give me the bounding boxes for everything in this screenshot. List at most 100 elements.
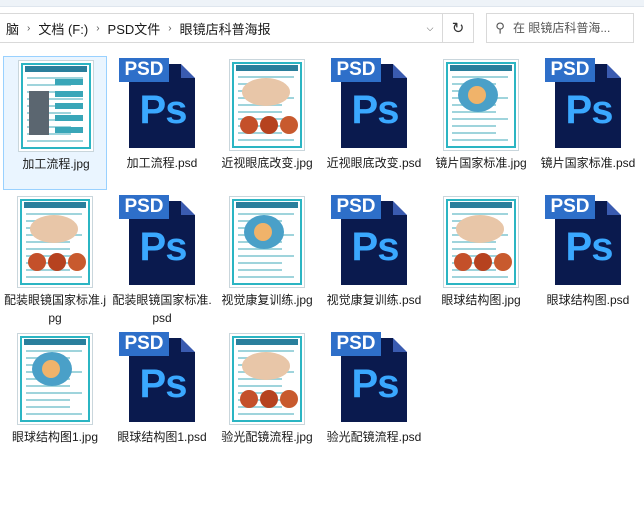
- image-thumbnail-icon: [230, 334, 304, 424]
- file-item[interactable]: 视觉康复训练.jpg: [215, 193, 319, 327]
- poster-thumbnail: [444, 60, 518, 150]
- poster-text-line: [452, 118, 508, 120]
- poster-text-line: [26, 413, 82, 415]
- poster-header: [24, 339, 86, 345]
- breadcrumb-separator-icon: ›: [168, 22, 172, 34]
- breadcrumb-separator-icon: ›: [96, 22, 100, 34]
- poster-thumbnail: [230, 334, 304, 424]
- poster-retina-image: [280, 116, 298, 134]
- photoshop-file-icon: PSD Ps: [331, 332, 417, 424]
- file-item[interactable]: 配装眼镜国家标准.jpg: [3, 193, 107, 327]
- poster-eyeball-illustration: [42, 360, 60, 378]
- search-input[interactable]: [513, 21, 625, 35]
- poster-text-line: [27, 140, 83, 142]
- file-item[interactable]: PSD Ps 视觉康复训练.psd: [322, 193, 426, 327]
- poster-eyeball-illustration: [254, 223, 272, 241]
- psd-fold: [607, 201, 621, 215]
- image-thumbnail-icon: [444, 197, 518, 287]
- breadcrumb-current-folder[interactable]: 眼镜店科普海报: [174, 19, 277, 38]
- file-name-label: 近视眼底改变.psd: [326, 156, 422, 170]
- poster-machine-illustration: [29, 91, 49, 135]
- search-icon: ⚲: [495, 20, 505, 35]
- file-name-label: 验光配镜流程.psd: [326, 430, 422, 444]
- psd-fold: [393, 64, 407, 78]
- photoshop-file-icon: PSD Ps: [545, 195, 631, 287]
- breadcrumb-separator-icon: ›: [27, 22, 31, 34]
- file-item[interactable]: 加工流程.jpg: [3, 56, 107, 190]
- poster-header: [236, 202, 298, 208]
- poster-thumbnail: [18, 197, 92, 287]
- file-item[interactable]: PSD Ps 近视眼底改变.psd: [322, 56, 426, 190]
- file-item[interactable]: 验光配镜流程.jpg: [215, 330, 319, 464]
- breadcrumb-drive[interactable]: 文档 (F:): [32, 19, 94, 38]
- psd-tag: PSD: [331, 332, 381, 356]
- image-thumbnail-icon: [19, 61, 93, 151]
- psd-mark: Ps: [351, 225, 400, 269]
- psd-mark: Ps: [139, 225, 188, 269]
- poster-text-line: [238, 413, 294, 415]
- psd-tag: PSD: [331, 195, 381, 219]
- psd-mark: Ps: [565, 88, 614, 132]
- poster-eyeball-illustration: [468, 86, 486, 104]
- breadcrumb-folder-psd[interactable]: PSD文件: [102, 19, 167, 38]
- poster-text-line: [26, 406, 70, 408]
- psd-fold: [181, 64, 195, 78]
- poster-header: [236, 65, 298, 71]
- poster-thumbnail: [444, 197, 518, 287]
- psd-mark: Ps: [351, 362, 400, 406]
- poster-text-line: [26, 276, 82, 278]
- file-name-label: 眼球结构图1.psd: [117, 430, 207, 444]
- psd-tag: PSD: [119, 58, 169, 82]
- file-name-label: 镜片国家标准.psd: [540, 156, 636, 170]
- chevron-down-icon[interactable]: ⌵: [419, 14, 441, 42]
- poster-text-line: [238, 139, 294, 141]
- image-thumbnail-icon: [444, 60, 518, 150]
- poster-text-line: [452, 276, 508, 278]
- photoshop-file-icon: PSD Ps: [119, 195, 205, 287]
- poster-eye-illustration: [242, 78, 290, 106]
- refresh-icon[interactable]: ↻: [442, 14, 473, 42]
- poster-header: [24, 202, 86, 208]
- file-item[interactable]: PSD Ps 配装眼镜国家标准.psd: [110, 193, 214, 327]
- file-name-label: 视觉康复训练.psd: [326, 293, 422, 307]
- file-item[interactable]: 眼球结构图.jpg: [429, 193, 533, 327]
- psd-mark: Ps: [139, 362, 188, 406]
- file-name-label: 眼球结构图.jpg: [441, 293, 521, 307]
- file-item[interactable]: PSD Ps 加工流程.psd: [110, 56, 214, 190]
- file-item[interactable]: PSD Ps 镜片国家标准.psd: [536, 56, 640, 190]
- poster-eye-illustration: [30, 215, 78, 243]
- file-item[interactable]: PSD Ps 眼球结构图1.psd: [110, 330, 214, 464]
- poster-retina-image: [240, 390, 258, 408]
- file-item[interactable]: PSD Ps 眼球结构图.psd: [536, 193, 640, 327]
- poster-header: [450, 65, 512, 71]
- poster-text-line: [238, 269, 282, 271]
- psd-fold: [607, 64, 621, 78]
- file-name-label: 眼球结构图.psd: [546, 293, 630, 307]
- search-box[interactable]: ⚲: [486, 13, 634, 43]
- address-bar[interactable]: 脑 › 文档 (F:) › PSD文件 › 眼镜店科普海报 ⌵ ↻: [0, 13, 474, 43]
- file-item[interactable]: 眼球结构图1.jpg: [3, 330, 107, 464]
- breadcrumb-computer[interactable]: 脑: [0, 19, 25, 38]
- photoshop-file-icon: PSD Ps: [331, 58, 417, 150]
- window-top-strip: [0, 0, 644, 7]
- poster-retina-image: [454, 253, 472, 271]
- poster-flow-box: [55, 115, 83, 121]
- file-item[interactable]: 近视眼底改变.jpg: [215, 56, 319, 190]
- poster-retina-image: [28, 253, 46, 271]
- psd-tag: PSD: [119, 195, 169, 219]
- psd-fold: [181, 201, 195, 215]
- file-name-label: 镜片国家标准.jpg: [435, 156, 527, 170]
- poster-thumbnail: [230, 60, 304, 150]
- psd-tag: PSD: [545, 58, 595, 82]
- file-item[interactable]: 镜片国家标准.jpg: [429, 56, 533, 190]
- psd-mark: Ps: [139, 88, 188, 132]
- poster-flow-box: [55, 103, 83, 109]
- poster-flow-box: [55, 91, 83, 97]
- image-thumbnail-icon: [18, 334, 92, 424]
- file-item[interactable]: PSD Ps 验光配镜流程.psd: [322, 330, 426, 464]
- poster-text-line: [238, 385, 282, 387]
- poster-thumbnail: [230, 197, 304, 287]
- file-name-label: 配装眼镜国家标准.jpg: [3, 293, 106, 325]
- poster-eye-illustration: [242, 352, 290, 380]
- poster-header: [450, 202, 512, 208]
